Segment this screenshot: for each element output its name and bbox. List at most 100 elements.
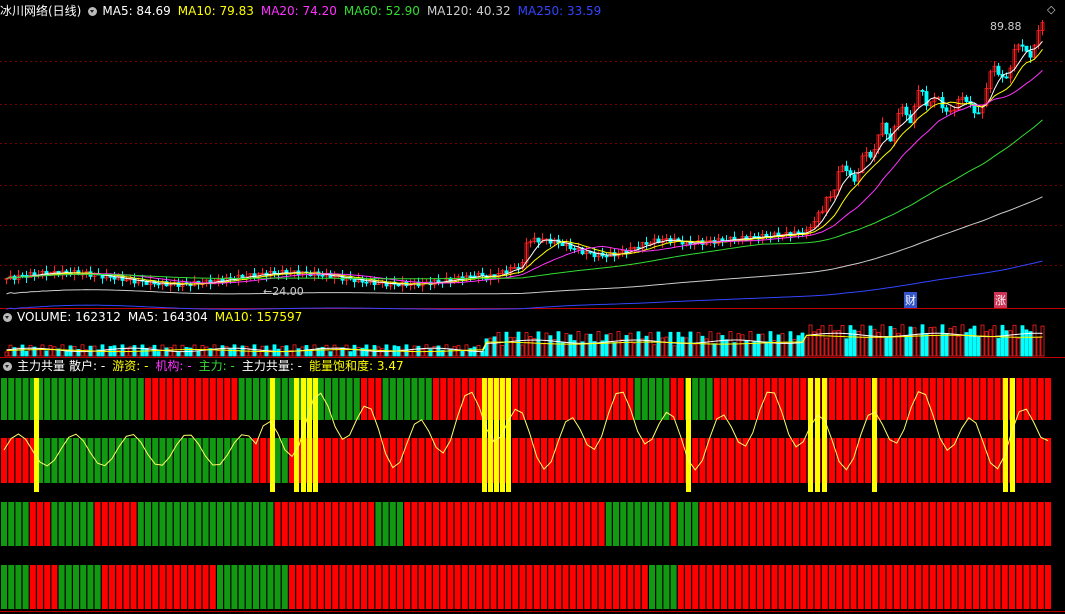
volume-bar [904,335,909,357]
volume-bar [348,351,353,357]
volume-bar [1028,331,1033,357]
indicator-bar [1030,502,1037,546]
dropdown-circle-icon[interactable] [88,7,98,16]
candle-body [112,276,117,280]
indicator-bar [238,565,245,609]
volume-bar [248,349,253,357]
indicator-bar [584,502,591,546]
volume-bar [1020,325,1025,357]
indicator-bar [317,502,324,546]
indicator-bar [670,378,677,420]
indicator-bar [238,438,245,483]
volume-bar [712,343,717,357]
indicator-bar [73,438,79,483]
indicator-bar [742,502,749,546]
indicator-bar [1016,438,1023,483]
volume-bar [460,350,465,357]
indicator-bar [771,438,778,483]
indicator-bar [317,378,324,420]
indicator-bar [346,502,353,546]
indicator-bar [1,438,7,483]
signal-bar [822,378,827,492]
candle-body [516,267,521,269]
diamond-icon[interactable]: ◇ [1047,3,1055,16]
indicator-bar [865,378,871,420]
indicator-bar [296,565,303,609]
volume-bar [736,333,741,357]
low-price-value: 24.00 [272,285,304,298]
indicator-bar [893,565,900,609]
indicator-bar [130,438,137,483]
indicator-bar [361,378,367,420]
volume-bar [960,324,965,357]
indicator-bar [973,565,979,609]
finance-badge[interactable]: 财 [904,292,917,308]
indicator-bar [22,378,29,420]
rise-badge[interactable]: 涨 [994,292,1007,308]
indicator-bar [850,438,857,483]
indicator-bar [51,565,58,609]
indicator-bar [137,438,144,483]
indicator-bar [699,378,706,420]
volume-bar [864,337,869,357]
indicator-bar [865,565,871,609]
indicator-bar [325,438,331,483]
dropdown-circle-icon[interactable] [3,313,12,322]
volume-bar [28,344,33,357]
candle-body [964,96,969,102]
indicator-bar [857,565,864,609]
indicator-bar [65,565,72,609]
indicator-bar [217,565,223,609]
indicator-bar [548,378,555,420]
volume-bar [916,333,921,357]
ma60-label: MA60: 52.90 [343,4,420,18]
indicator-bar [735,378,742,420]
indicator-bar [721,565,727,609]
volume-bar [784,342,789,357]
indicator-bar [339,502,346,546]
indicator-bar [987,565,994,609]
indicator-bar [721,438,727,483]
candle-body [156,283,161,286]
indicator-bar [821,502,828,546]
indicator-bar [627,565,634,609]
stock-name: 冰川网络(日线) [0,4,82,18]
candle-body [944,107,949,112]
volume-bar [668,331,673,357]
indicator-bar [634,438,641,483]
volume-bar [272,344,277,357]
volume-bar [808,324,813,357]
indicator-bar [1045,438,1051,483]
indicator-bar [253,502,259,546]
indicator-title: 主力共量 [17,359,66,373]
indicator-bar [361,502,367,546]
indicator-bar [382,378,389,420]
indicator-bar [929,438,936,483]
dropdown-circle-icon[interactable] [3,362,12,371]
volume-bar [820,325,825,357]
volume-bar [140,344,145,357]
indicator-bar [764,378,771,420]
candle-body [904,106,909,116]
indicator-bar [915,502,922,546]
indicator-bar [404,438,411,483]
indicator-bar [1037,565,1044,609]
indicator-bar [195,378,202,420]
indicator-bar [44,565,51,609]
indicator-bar [425,378,432,420]
indicator-bar [857,502,864,546]
indicator-bar [202,565,209,609]
indicator-bar [224,502,231,546]
volume-bar [408,349,413,357]
indicator-bar [73,378,79,420]
indicator-bar [440,378,447,420]
indicator-bar [1045,502,1051,546]
indicator-bar [447,565,454,609]
indicator-bar [231,378,238,420]
indicator-bar [850,378,857,420]
indicator-bar [339,565,346,609]
indicator-bar [15,438,22,483]
volume-bar [256,349,261,357]
indicator-bar [166,502,173,546]
indicator-bar [526,502,533,546]
